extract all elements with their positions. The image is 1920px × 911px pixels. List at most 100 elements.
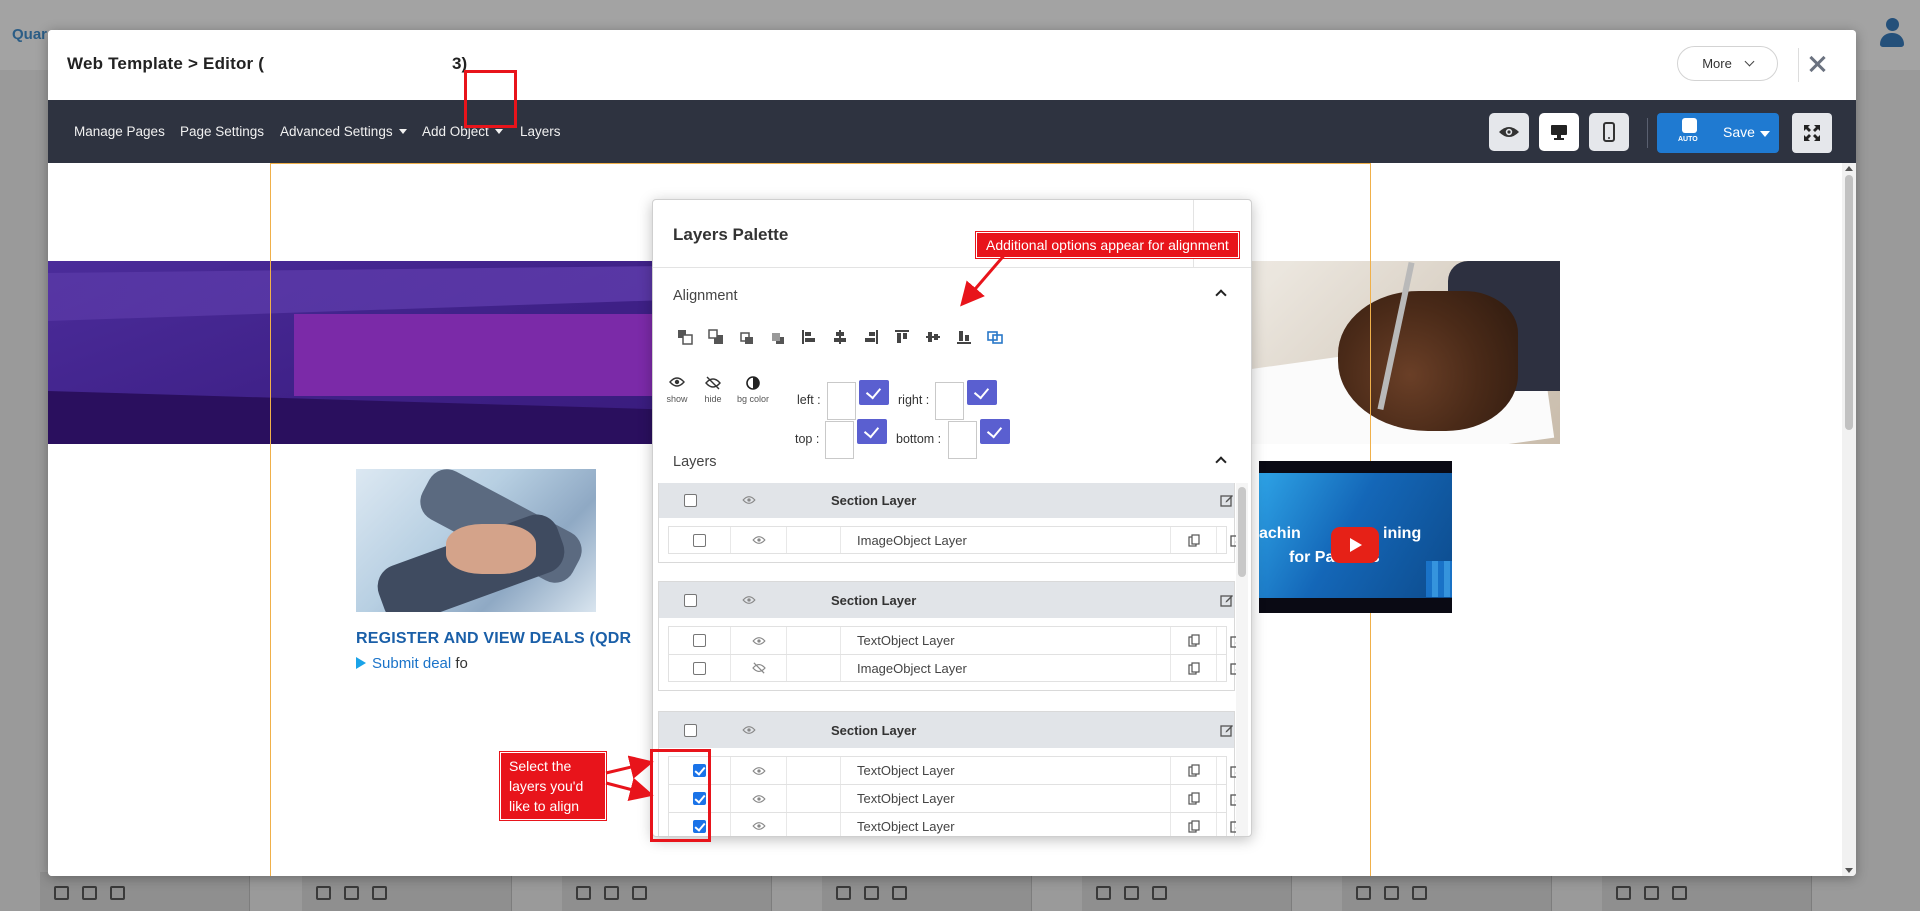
send-backward-icon[interactable] bbox=[735, 326, 759, 348]
caret-down-icon[interactable] bbox=[1760, 131, 1770, 137]
copy-icon[interactable] bbox=[1187, 533, 1200, 547]
eye-icon[interactable] bbox=[751, 766, 766, 776]
edit-icon[interactable] bbox=[1220, 593, 1234, 607]
play-triangle-icon bbox=[356, 657, 366, 669]
align-bottom-icon[interactable] bbox=[952, 326, 976, 348]
section-layer-row[interactable]: Section Layer bbox=[659, 582, 1234, 618]
chevron-up-icon[interactable] bbox=[1215, 289, 1227, 301]
background-brand: Quar bbox=[12, 26, 48, 43]
eye-icon[interactable] bbox=[742, 495, 756, 505]
right-apply-button[interactable] bbox=[967, 380, 997, 405]
left-input[interactable] bbox=[827, 382, 856, 420]
layer-name: Section Layer bbox=[831, 492, 917, 508]
layer-row[interactable]: TextObject Layer bbox=[668, 784, 1243, 812]
layers-palette: Layers Palette Alignment show hide bg co… bbox=[652, 199, 1252, 837]
manage-pages-menu[interactable]: Manage Pages bbox=[74, 100, 165, 163]
page-settings-menu[interactable]: Page Settings bbox=[180, 100, 264, 163]
save-button[interactable]: AUTO Save bbox=[1657, 113, 1779, 153]
video-embed[interactable]: achin ining for Partners bbox=[1259, 461, 1452, 613]
background-card bbox=[562, 872, 772, 911]
align-center-icon[interactable] bbox=[828, 326, 852, 348]
edit-icon[interactable] bbox=[1220, 493, 1234, 507]
youtube-play-icon[interactable] bbox=[1331, 527, 1379, 563]
chevron-up-icon[interactable] bbox=[1215, 456, 1227, 468]
register-deals-heading[interactable]: REGISTER AND VIEW DEALS (QDR bbox=[356, 630, 631, 648]
send-to-back-icon[interactable] bbox=[766, 326, 790, 348]
alignment-toolbar bbox=[673, 326, 1007, 348]
toolbar-separator bbox=[1647, 118, 1648, 148]
align-middle-icon[interactable] bbox=[921, 326, 945, 348]
eye-icon[interactable] bbox=[742, 595, 756, 605]
mobile-view-button[interactable] bbox=[1589, 113, 1629, 151]
bg-color-button[interactable]: bg color bbox=[733, 376, 773, 404]
copy-icon[interactable] bbox=[1187, 661, 1200, 675]
right-input[interactable] bbox=[935, 382, 964, 420]
desktop-view-button[interactable] bbox=[1539, 113, 1579, 151]
more-label: More bbox=[1702, 56, 1732, 71]
bring-forward-icon[interactable] bbox=[704, 326, 728, 348]
eye-slash-icon[interactable] bbox=[751, 662, 766, 674]
layer-row[interactable]: TextObject Layer bbox=[668, 812, 1243, 836]
copy-icon[interactable] bbox=[1187, 792, 1200, 805]
match-size-icon[interactable] bbox=[983, 326, 1007, 348]
copy-icon[interactable] bbox=[1187, 634, 1200, 647]
bottom-apply-button[interactable] bbox=[980, 419, 1010, 444]
palette-title: Layers Palette bbox=[673, 225, 789, 244]
layer-checkbox[interactable] bbox=[683, 593, 697, 607]
layer-checkbox[interactable] bbox=[683, 723, 697, 737]
submit-deal-rest: fo bbox=[455, 655, 468, 672]
section-layer-row[interactable]: Section Layer bbox=[659, 712, 1234, 748]
fullscreen-button[interactable] bbox=[1792, 113, 1832, 153]
close-icon[interactable] bbox=[1798, 48, 1832, 82]
layer-name: Section Layer bbox=[831, 722, 917, 738]
copy-icon[interactable] bbox=[1187, 819, 1200, 833]
layer-row[interactable]: ImageObject Layer bbox=[668, 526, 1243, 554]
guide-line bbox=[270, 163, 271, 876]
auto-label: AUTO bbox=[1678, 136, 1698, 143]
auto-save-checkbox[interactable] bbox=[1682, 118, 1697, 133]
top-input[interactable] bbox=[825, 421, 854, 459]
eye-icon[interactable] bbox=[751, 535, 766, 545]
copy-icon[interactable] bbox=[1187, 764, 1200, 777]
eye-icon[interactable] bbox=[751, 636, 766, 646]
layer-checkbox[interactable] bbox=[683, 493, 697, 507]
layers-scrollbar[interactable] bbox=[1236, 483, 1248, 836]
eye-icon[interactable] bbox=[751, 794, 766, 804]
right-label: right : bbox=[898, 393, 930, 407]
layer-checkbox[interactable] bbox=[693, 634, 706, 647]
layer-row[interactable]: TextObject Layer bbox=[668, 626, 1243, 654]
left-label: left : bbox=[797, 393, 821, 407]
layer-checkbox[interactable] bbox=[693, 661, 706, 675]
eye-icon[interactable] bbox=[751, 821, 766, 831]
align-right-icon[interactable] bbox=[859, 326, 883, 348]
section-layer-row[interactable]: Section Layer bbox=[659, 483, 1234, 518]
handshake-image[interactable] bbox=[356, 469, 596, 612]
bg-color-label: bg color bbox=[736, 394, 770, 404]
layer-name: TextObject Layer bbox=[857, 633, 955, 648]
preview-button[interactable] bbox=[1489, 113, 1529, 151]
editor-toolbar: Manage Pages Page Settings Advanced Sett… bbox=[48, 100, 1856, 163]
left-apply-button[interactable] bbox=[859, 380, 889, 405]
background-card bbox=[1342, 872, 1552, 911]
layer-row[interactable]: ImageObject Layer bbox=[668, 654, 1243, 682]
align-top-icon[interactable] bbox=[890, 326, 914, 348]
bottom-input[interactable] bbox=[948, 421, 977, 459]
submit-deal-link[interactable]: Submit deal bbox=[372, 655, 451, 672]
submit-deal-line[interactable]: Submit deal fo bbox=[356, 655, 468, 672]
layer-name: Section Layer bbox=[831, 592, 917, 608]
layers-menu[interactable]: Layers bbox=[520, 100, 561, 163]
advanced-settings-menu[interactable]: Advanced Settings bbox=[280, 100, 407, 163]
layer-checkbox[interactable] bbox=[693, 533, 706, 547]
align-left-icon[interactable] bbox=[797, 326, 821, 348]
canvas-scrollbar[interactable] bbox=[1842, 163, 1856, 876]
edit-icon[interactable] bbox=[1220, 723, 1234, 737]
more-button[interactable]: More bbox=[1677, 46, 1778, 81]
eye-icon[interactable] bbox=[742, 725, 756, 735]
show-layer-button[interactable]: show bbox=[657, 376, 697, 404]
layer-row[interactable]: TextObject Layer bbox=[668, 756, 1243, 784]
background-card bbox=[40, 872, 250, 911]
hide-layer-button[interactable]: hide bbox=[693, 376, 733, 404]
bottom-label: bottom : bbox=[896, 432, 942, 446]
bring-to-front-icon[interactable] bbox=[673, 326, 697, 348]
top-apply-button[interactable] bbox=[857, 419, 887, 444]
